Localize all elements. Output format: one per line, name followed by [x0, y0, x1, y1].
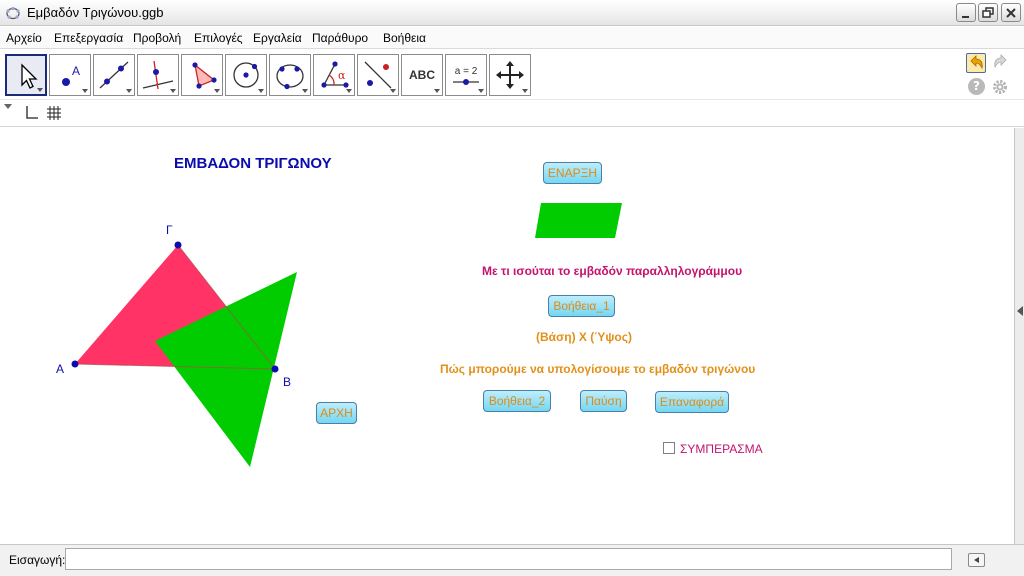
- point-label-a: Α: [56, 362, 65, 376]
- conclusion-checkbox[interactable]: [663, 442, 675, 454]
- question-parallelogram-area: Με τι ισούται το εμβαδόν παραλληλογράμμο…: [482, 264, 743, 278]
- menu-window[interactable]: Παράθυρο: [312, 31, 368, 45]
- side-panel-toggle[interactable]: [1014, 128, 1024, 544]
- menu-view[interactable]: Προβολή: [133, 31, 181, 45]
- line-tool-button[interactable]: [93, 54, 135, 96]
- axes-toggle-icon[interactable]: [23, 105, 39, 121]
- title-bar: Εμβαδόν Τριγώνου.ggb: [0, 0, 1024, 26]
- close-button[interactable]: [1001, 3, 1021, 22]
- point-tool-button[interactable]: A: [49, 54, 91, 96]
- circle-icon: [233, 62, 259, 88]
- restore-icon: [982, 7, 994, 18]
- angle-tool-button[interactable]: α: [313, 54, 355, 96]
- text-tool-button[interactable]: ABC: [401, 54, 443, 96]
- reflect-tool-button[interactable]: [357, 54, 399, 96]
- dropdown-arrow-icon: [302, 89, 308, 93]
- help-1-button[interactable]: Βοήθεια_1: [548, 295, 615, 317]
- menu-edit[interactable]: Επεξεργασία: [54, 31, 123, 45]
- point-b[interactable]: [271, 365, 279, 373]
- redo-icon: [994, 54, 1007, 69]
- point-label-g: Γ: [166, 223, 173, 237]
- svg-text:a = 2: a = 2: [455, 66, 478, 77]
- svg-text:A: A: [72, 64, 80, 78]
- svg-text:ABC: ABC: [409, 68, 435, 82]
- polygon-icon: [192, 62, 217, 89]
- chevron-left-icon: [1017, 306, 1023, 316]
- chevron-left-icon: [974, 557, 979, 563]
- grid-toggle-icon[interactable]: [46, 105, 62, 121]
- slider-tool-button[interactable]: a = 2: [445, 54, 487, 96]
- perpendicular-line-icon: [142, 60, 174, 90]
- dropdown-arrow-icon: [214, 89, 220, 93]
- dropdown-arrow-icon: [522, 89, 528, 93]
- point-icon: A: [62, 64, 80, 86]
- help-2-button[interactable]: Βοήθεια_2: [483, 390, 551, 412]
- toolbar: A α ABC a = 2: [0, 50, 1024, 100]
- parallelogram-shape[interactable]: [535, 203, 622, 238]
- point-a[interactable]: [71, 360, 79, 368]
- undo-icon: [970, 55, 983, 70]
- redo-button[interactable]: [990, 53, 1010, 73]
- move-arrows-icon: [496, 61, 524, 89]
- menu-options[interactable]: Επιλογές: [194, 31, 243, 45]
- dropdown-arrow-icon: [126, 89, 132, 93]
- input-label: Εισαγωγή:: [9, 553, 66, 567]
- pause-button[interactable]: Παύση: [580, 390, 627, 412]
- circle-three-points-icon: [276, 64, 304, 90]
- menu-tools[interactable]: Εργαλεία: [253, 31, 302, 45]
- dropdown-arrow-icon: [346, 89, 352, 93]
- conclusion-checkbox-label: ΣΥΜΠΕΡΑΣΜΑ: [680, 442, 763, 456]
- dropdown-arrow-icon: [390, 89, 396, 93]
- dropdown-arrow-icon: [170, 89, 176, 93]
- geogebra-logo-icon: [6, 6, 20, 20]
- text-abc-icon: ABC: [409, 68, 435, 82]
- minimize-button[interactable]: [956, 3, 976, 22]
- move-tool-button[interactable]: [5, 54, 47, 96]
- start-button[interactable]: ΕΝΑΡΞΗ: [543, 162, 602, 184]
- geometry-canvas: [71, 203, 622, 467]
- menu-bar: Αρχείο Επεξεργασία Προβολή Επιλογές Εργα…: [0, 27, 1024, 49]
- help-button[interactable]: ?: [968, 78, 985, 95]
- slider-icon: a = 2: [453, 66, 479, 85]
- restore-button[interactable]: [978, 3, 998, 22]
- reflect-line-icon: [364, 61, 392, 89]
- dropdown-arrow-icon: [82, 89, 88, 93]
- svg-text:α: α: [338, 69, 346, 82]
- style-bar: [0, 101, 1024, 127]
- angle-icon: α: [321, 61, 349, 88]
- question-triangle-area: Πώς μπορούμε να υπολογίσουμε το εμβαδόν …: [440, 362, 756, 376]
- point-label-b: Β: [283, 375, 292, 389]
- reset-button[interactable]: Επαναφορά: [655, 391, 729, 413]
- input-bar: Εισαγωγή:: [0, 544, 1024, 576]
- gear-icon: [993, 80, 1007, 94]
- line-icon: [99, 61, 129, 89]
- settings-button[interactable]: [991, 78, 1009, 96]
- window-title: Εμβαδόν Τριγώνου.ggb: [27, 5, 164, 20]
- circle-tool-button[interactable]: [225, 54, 267, 96]
- polygon-tool-button[interactable]: [181, 54, 223, 96]
- menu-help[interactable]: Βοήθεια: [383, 31, 426, 45]
- command-input[interactable]: [65, 548, 952, 570]
- home-button[interactable]: ΑΡΧΗ: [316, 402, 357, 424]
- answer-base-times-height: (Βάση) Χ (Ύψος): [536, 330, 632, 344]
- minimize-icon: [962, 16, 969, 18]
- page-title: ΕΜΒΑΔΟΝ ΤΡΙΓΩΝΟΥ: [174, 155, 332, 172]
- dropdown-arrow-icon: [258, 89, 264, 93]
- style-bar-toggle-icon[interactable]: [4, 104, 12, 109]
- dropdown-arrow-icon: [434, 89, 440, 93]
- move-view-tool-button[interactable]: [489, 54, 531, 96]
- circle-three-points-tool-button[interactable]: [269, 54, 311, 96]
- geogebra-window: Εμβαδόν Τριγώνου.ggb Αρχείο Επεξεργασία …: [0, 0, 1024, 576]
- dropdown-arrow-icon: [37, 88, 43, 92]
- close-icon: [1006, 8, 1016, 18]
- graphics-view[interactable]: [0, 128, 1014, 544]
- perpendicular-line-tool-button[interactable]: [137, 54, 179, 96]
- point-g[interactable]: [174, 241, 182, 249]
- dropdown-arrow-icon: [478, 89, 484, 93]
- menu-file[interactable]: Αρχείο: [6, 31, 42, 45]
- undo-button[interactable]: [966, 53, 986, 73]
- input-help-button[interactable]: [968, 553, 985, 567]
